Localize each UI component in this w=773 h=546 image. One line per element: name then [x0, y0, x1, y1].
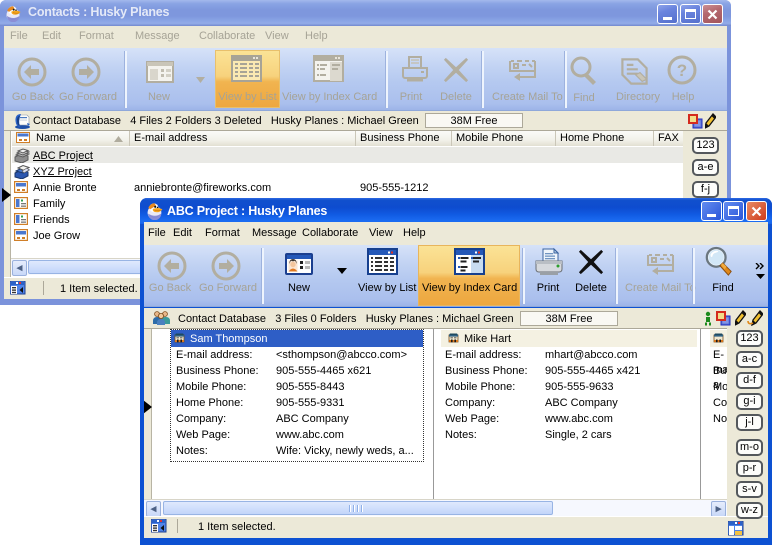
svg-text:?: ? [677, 61, 687, 80]
